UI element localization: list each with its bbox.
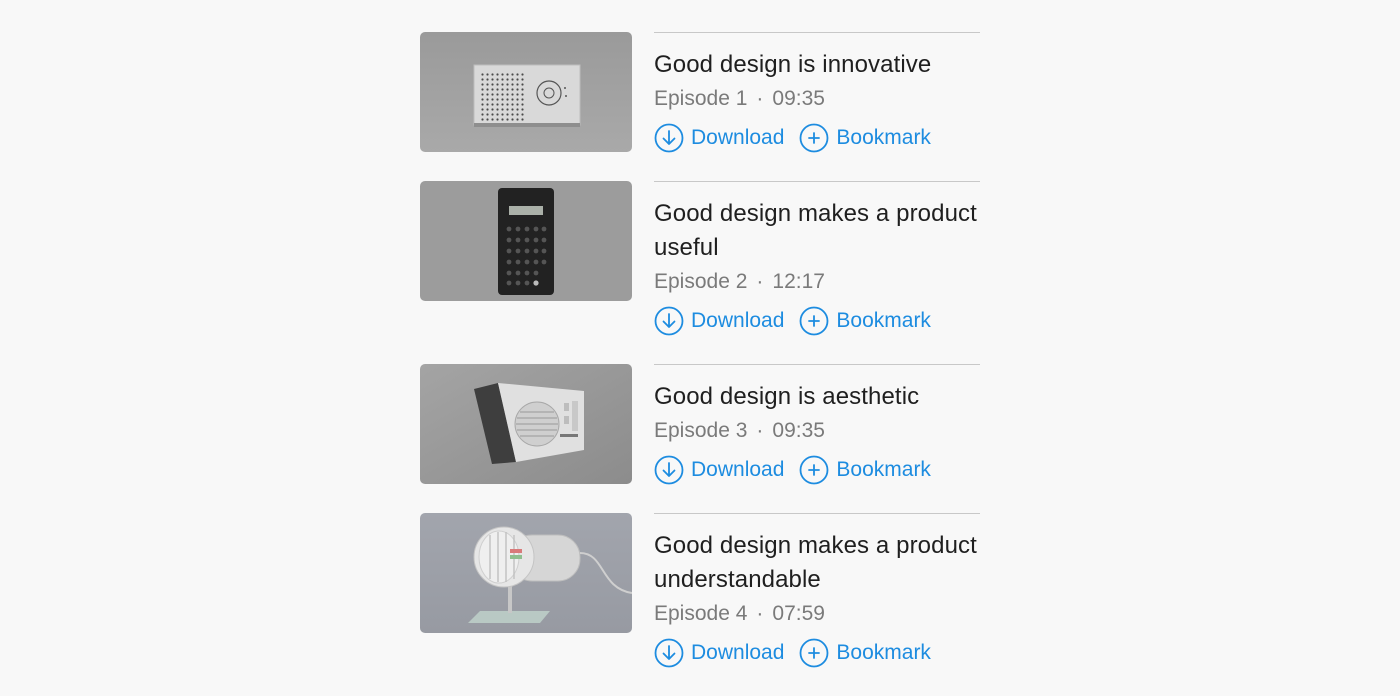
episode-duration: 09:35 <box>772 419 825 442</box>
episode-title[interactable]: Good design is aesthetic <box>654 380 980 414</box>
episode-thumbnail[interactable] <box>420 364 632 484</box>
plus-icon <box>800 455 829 485</box>
download-label: Download <box>691 458 785 481</box>
download-label: Download <box>691 641 785 664</box>
bookmark-label: Bookmark <box>836 641 931 664</box>
download-label: Download <box>691 126 785 149</box>
episode-item: Good design is aesthetic Episode 3 · 09:35… <box>420 364 980 485</box>
download-icon <box>654 638 684 668</box>
download-button[interactable]: Download <box>654 306 784 336</box>
bookmark-button[interactable]: Bookmark <box>799 638 931 668</box>
episode-info: Good design is innovative Episode 1 · 09:3… <box>654 32 980 153</box>
episode-actions: Download Bookmark <box>654 455 980 485</box>
plus-icon <box>800 123 829 153</box>
meta-separator: · <box>756 419 764 442</box>
episode-thumbnail[interactable] <box>420 181 632 301</box>
episode-list: Good design is innovative Episode 1 · 09:3… <box>420 32 980 696</box>
episode-number: Episode 4 <box>654 602 748 625</box>
episode-meta: Episode 1 · 09:35 <box>654 85 980 113</box>
episode-item: Good design makes a product understandab… <box>420 513 980 668</box>
episode-meta: Episode 3 · 09:35 <box>654 417 980 445</box>
bookmark-label: Bookmark <box>836 309 931 332</box>
plus-icon <box>800 638 829 668</box>
episode-title[interactable]: Good design is innovative <box>654 48 980 82</box>
episode-info: Good design is aesthetic Episode 3 · 09:35… <box>654 364 980 485</box>
episode-number: Episode 1 <box>654 87 748 110</box>
download-icon <box>654 455 684 485</box>
episode-duration: 12:17 <box>772 270 825 293</box>
episode-duration: 07:59 <box>772 602 825 625</box>
bookmark-label: Bookmark <box>836 458 931 481</box>
meta-separator: · <box>756 270 764 293</box>
meta-separator: · <box>756 602 764 625</box>
episode-item: Good design makes a product useful Episo… <box>420 181 980 336</box>
episode-title[interactable]: Good design makes a product useful <box>654 197 980 265</box>
download-icon <box>654 123 684 153</box>
bookmark-button[interactable]: Bookmark <box>799 455 931 485</box>
download-button[interactable]: Download <box>654 638 784 668</box>
download-icon <box>654 306 684 336</box>
episode-item: Good design is innovative Episode 1 · 09:3… <box>420 32 980 153</box>
download-button[interactable]: Download <box>654 455 784 485</box>
episode-actions: Download Bookmark <box>654 306 980 336</box>
episode-info: Good design makes a product useful Episo… <box>654 181 980 336</box>
bookmark-label: Bookmark <box>836 126 931 149</box>
episode-actions: Download Bookmark <box>654 638 980 668</box>
download-label: Download <box>691 309 785 332</box>
meta-separator: · <box>756 87 764 110</box>
episode-meta: Episode 4 · 07:59 <box>654 600 980 628</box>
episode-number: Episode 2 <box>654 270 748 293</box>
episode-info: Good design makes a product understandab… <box>654 513 980 668</box>
bookmark-button[interactable]: Bookmark <box>799 306 931 336</box>
episode-number: Episode 3 <box>654 419 748 442</box>
episode-thumbnail[interactable] <box>420 513 632 633</box>
episode-actions: Download Bookmark <box>654 123 980 153</box>
episode-meta: Episode 2 · 12:17 <box>654 268 980 296</box>
episode-duration: 09:35 <box>772 87 825 110</box>
episode-title[interactable]: Good design makes a product understandab… <box>654 529 980 597</box>
bookmark-button[interactable]: Bookmark <box>799 123 931 153</box>
plus-icon <box>800 306 829 336</box>
episode-thumbnail[interactable] <box>420 32 632 152</box>
download-button[interactable]: Download <box>654 123 784 153</box>
